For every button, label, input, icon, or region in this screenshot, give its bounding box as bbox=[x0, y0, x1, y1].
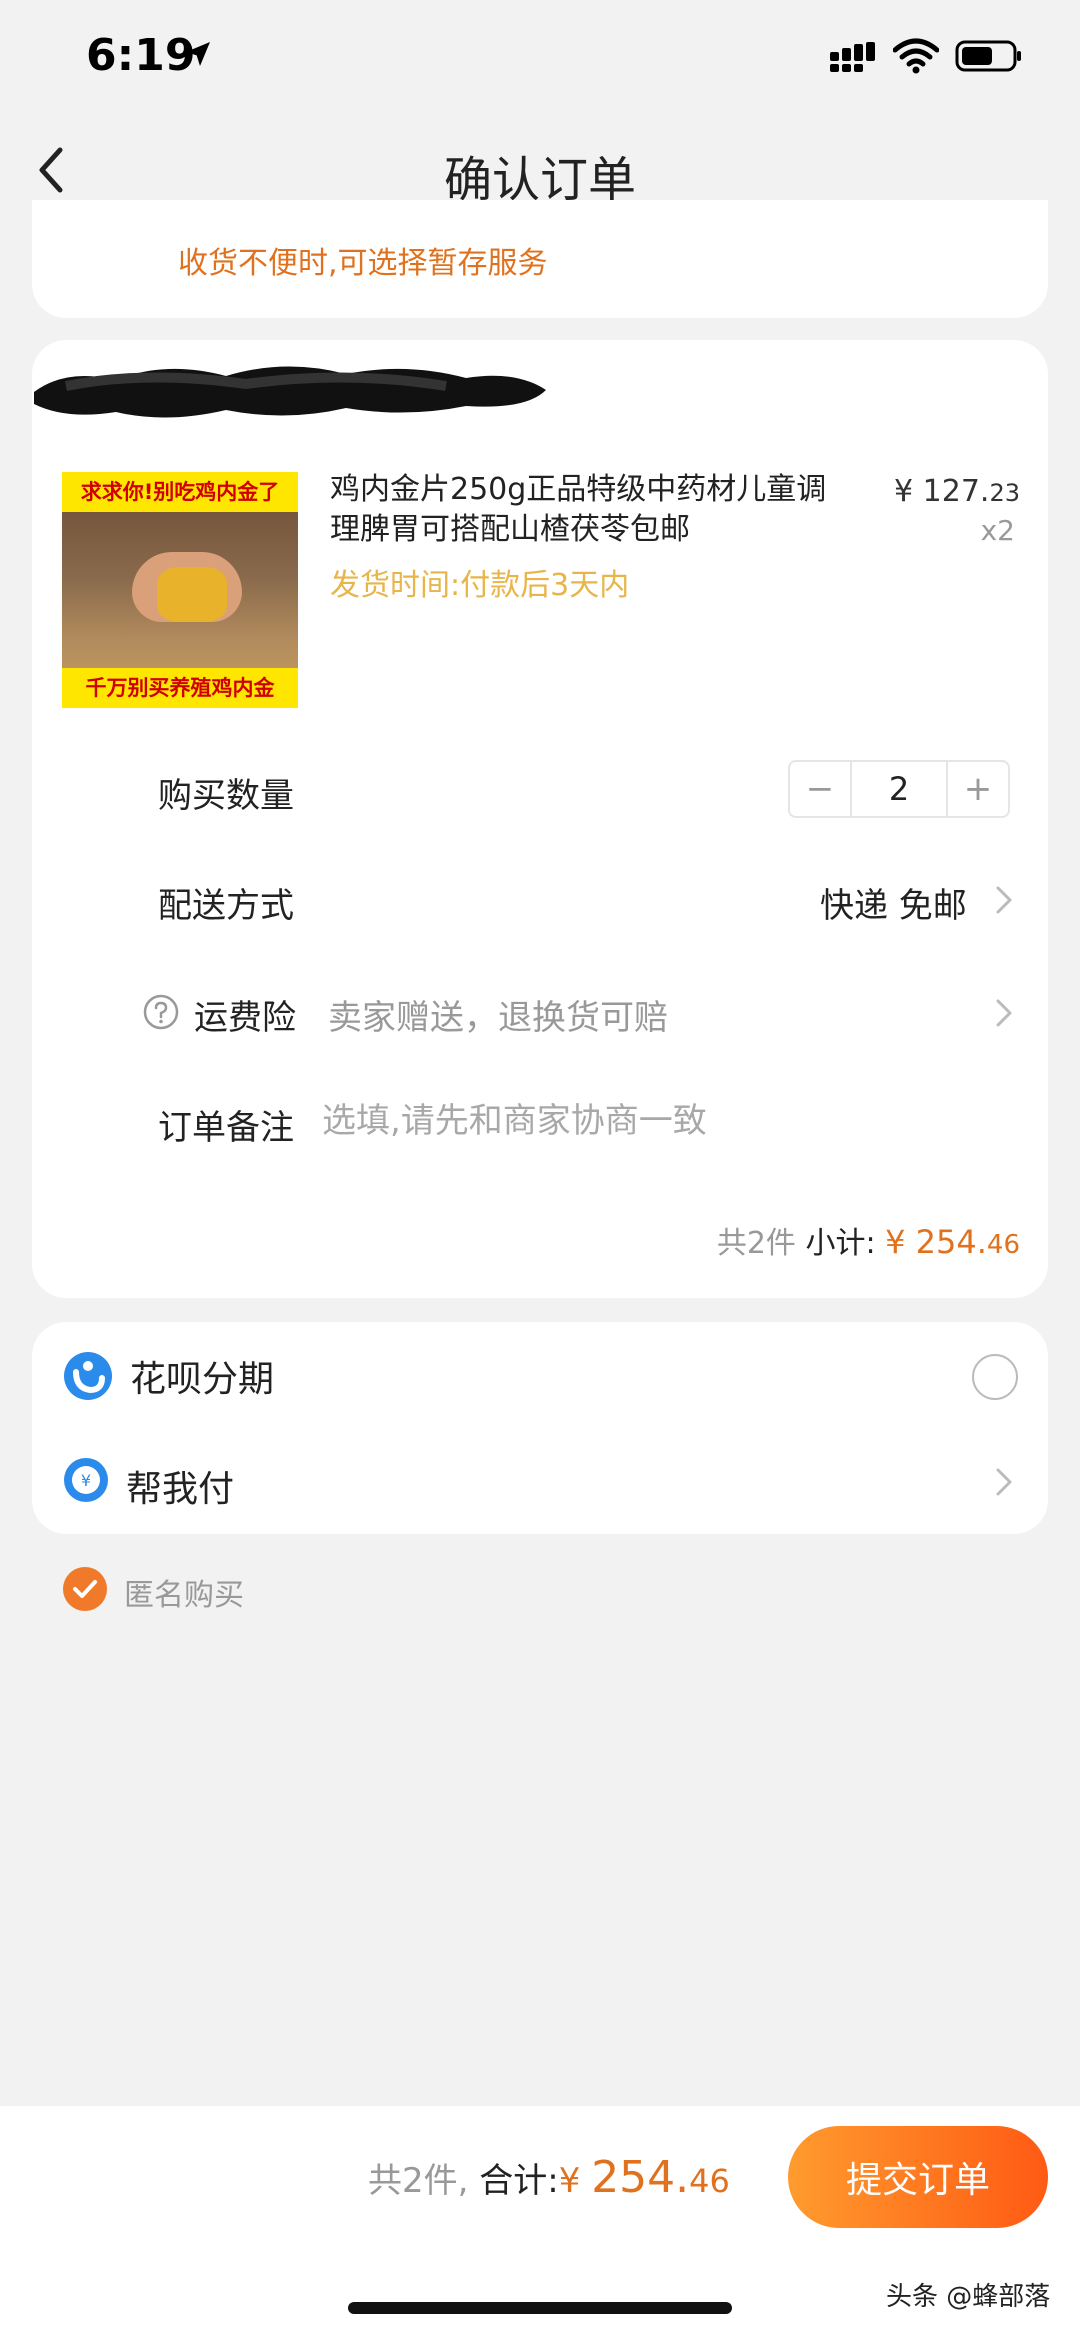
anonymous-purchase-label[interactable]: 匿名购买 bbox=[124, 1570, 244, 1614]
price-currency: ¥ bbox=[894, 474, 914, 509]
gold-pieces-shape bbox=[157, 567, 227, 622]
delivery-label: 配送方式 bbox=[158, 886, 294, 926]
huabei-icon bbox=[64, 1352, 112, 1400]
battery-icon bbox=[955, 40, 1021, 72]
order-note-input[interactable] bbox=[322, 1098, 922, 1144]
quantity-value[interactable]: 2 bbox=[852, 762, 946, 816]
status-time: 6:19 bbox=[86, 30, 196, 81]
subtotal-dec: 46 bbox=[986, 1230, 1020, 1260]
huabei-radio[interactable] bbox=[972, 1354, 1018, 1400]
wifi-icon bbox=[893, 38, 939, 74]
chevron-right-icon[interactable] bbox=[992, 880, 1016, 920]
storage-service-link[interactable]: 收货不便时,可选择暂存服务 bbox=[178, 238, 548, 282]
subtotal-int: 254. bbox=[915, 1223, 987, 1261]
subtotal-amount: ¥ 254.46 bbox=[885, 1223, 1020, 1261]
location-arrow-icon bbox=[186, 42, 210, 66]
checkbox-checked-icon[interactable] bbox=[62, 1566, 108, 1612]
watermark: 头条 @蜂部落 bbox=[886, 2282, 1051, 2312]
total-int: 254. bbox=[591, 2152, 690, 2203]
order-note-label: 订单备注 bbox=[158, 1108, 294, 1148]
chevron-right-icon[interactable] bbox=[992, 993, 1016, 1033]
total-amount: ¥ 254.46 bbox=[558, 2152, 730, 2203]
subtotal-currency: ¥ bbox=[885, 1223, 906, 1261]
chevron-right-icon[interactable] bbox=[992, 1462, 1016, 1502]
delivery-value[interactable]: 快递 免邮 bbox=[820, 878, 967, 927]
total-label: 合计: bbox=[479, 2161, 559, 2201]
product-qty: x2 bbox=[980, 514, 1015, 547]
signal-icon bbox=[830, 42, 875, 72]
increment-button[interactable]: + bbox=[946, 762, 1008, 816]
product-image[interactable]: 求求你!别吃鸡内金了 千万别买养殖鸡内金 bbox=[62, 472, 298, 708]
quantity-stepper: − 2 + bbox=[788, 760, 1010, 818]
quantity-label: 购买数量 bbox=[158, 776, 294, 816]
redacted-shop-name bbox=[34, 366, 546, 418]
decrement-button[interactable]: − bbox=[790, 762, 852, 816]
order-total: 共2件, 合计:¥ 254.46 bbox=[368, 2152, 730, 2203]
huabei-installment-label[interactable]: 花呗分期 bbox=[130, 1350, 274, 1402]
ship-time: 发货时间:付款后3天内 bbox=[330, 568, 630, 603]
subtotal: 共2件 小计: ¥ 254.46 bbox=[717, 1218, 1020, 1262]
total-count: 共2件, bbox=[368, 2161, 469, 2201]
home-indicator[interactable] bbox=[348, 2302, 732, 2314]
product-title[interactable]: 鸡内金片250g正品特级中药材儿童调理脾胃可搭配山楂茯苓包邮 bbox=[330, 470, 840, 550]
image-banner-top: 求求你!别吃鸡内金了 bbox=[62, 472, 298, 512]
total-dec: 46 bbox=[689, 2162, 730, 2200]
submit-order-button[interactable]: 提交订单 bbox=[788, 2126, 1048, 2228]
svg-text:¥: ¥ bbox=[81, 1471, 91, 1490]
subtotal-count: 共2件 bbox=[716, 1226, 796, 1261]
insurance-label: 运费险 bbox=[194, 998, 296, 1038]
price-int: 127. bbox=[922, 474, 990, 509]
help-me-pay-icon: ¥ bbox=[64, 1458, 108, 1502]
help-me-pay-label[interactable]: 帮我付 bbox=[126, 1460, 234, 1512]
question-circle-icon[interactable] bbox=[142, 993, 180, 1031]
price-dec: 23 bbox=[989, 479, 1020, 507]
total-currency: ¥ bbox=[558, 2161, 581, 2201]
insurance-value[interactable]: 卖家赠送，退换货可赔 bbox=[328, 990, 668, 1039]
product-price: ¥ 127.23 bbox=[880, 474, 1020, 509]
image-banner-bottom: 千万别买养殖鸡内金 bbox=[62, 668, 298, 708]
subtotal-label: 小计: bbox=[805, 1226, 876, 1261]
